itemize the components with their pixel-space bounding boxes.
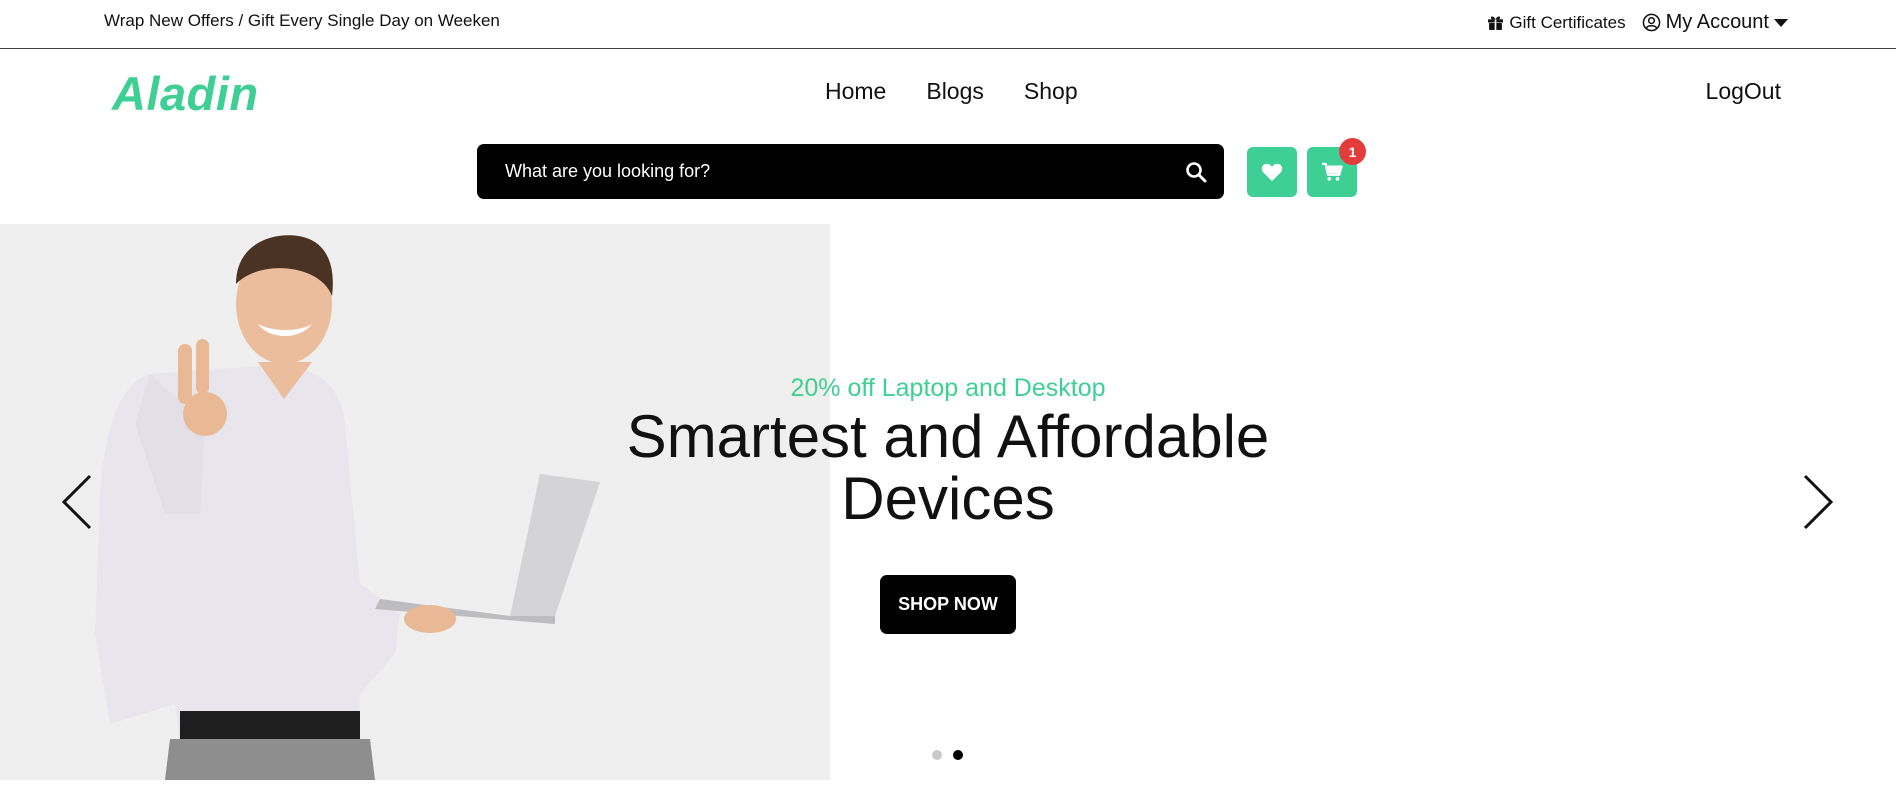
nav-home[interactable]: Home — [825, 78, 886, 105]
gift-icon — [1488, 16, 1504, 30]
nav-blogs[interactable]: Blogs — [926, 78, 984, 105]
slide-indicator-1[interactable] — [932, 750, 942, 760]
logout-link[interactable]: LogOut — [1706, 78, 1781, 105]
cart-count-badge: 1 — [1339, 138, 1366, 165]
my-account-dropdown[interactable]: My Account — [1642, 11, 1788, 34]
promo-text: Wrap New Offers / Gift Every Single Day … — [104, 11, 500, 30]
slider-indicators — [932, 750, 963, 760]
my-account-label: My Account — [1665, 11, 1769, 33]
chevron-right-icon[interactable] — [1797, 472, 1837, 532]
heart-icon — [1261, 163, 1283, 182]
search-input[interactable] — [505, 144, 1145, 199]
cart-button[interactable]: 1 — [1307, 138, 1366, 197]
shop-now-button[interactable]: SHOP NOW — [880, 575, 1016, 634]
wishlist-button[interactable] — [1247, 147, 1297, 197]
hero-subtitle: 20% off Laptop and Desktop — [790, 374, 1106, 402]
chevron-left-icon[interactable] — [58, 472, 98, 532]
user-circle-icon — [1642, 13, 1660, 32]
gift-certificates-link[interactable]: Gift Certificates — [1487, 12, 1626, 33]
top-links: Gift Certificates My Account — [1487, 11, 1788, 34]
search-icon[interactable] — [1184, 160, 1208, 184]
caret-down-icon — [1774, 18, 1788, 27]
search-bar — [477, 144, 1224, 199]
main-nav: Home Blogs Shop — [825, 78, 1078, 105]
slide-indicator-2[interactable] — [953, 750, 963, 760]
hero-title: Smartest and Affordable Devices — [626, 403, 1270, 532]
nav-shop[interactable]: Shop — [1024, 78, 1078, 105]
top-bar: Wrap New Offers / Gift Every Single Day … — [0, 0, 1896, 49]
gift-certificates-label: Gift Certificates — [1509, 12, 1626, 32]
hero-slider: 20% off Laptop and Desktop Smartest and … — [0, 224, 1896, 780]
shopping-cart-icon — [1322, 162, 1343, 181]
brand-logo[interactable]: Aladin — [112, 66, 259, 121]
